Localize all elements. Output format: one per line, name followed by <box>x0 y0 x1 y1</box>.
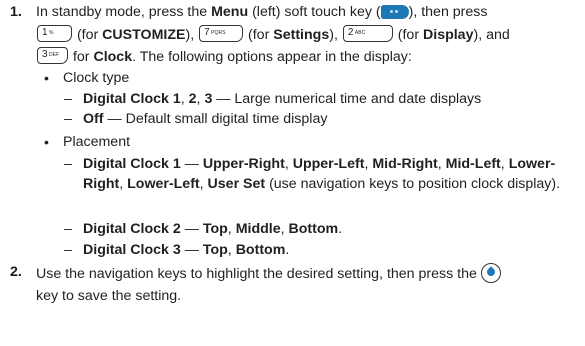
text: (left) soft touch key ( <box>248 4 381 20</box>
step-number: 2. <box>10 264 22 280</box>
text: for <box>69 49 94 65</box>
text: ), <box>185 26 199 43</box>
manual-page: 1. In standby mode, press the Menu (left… <box>0 0 585 346</box>
bullet-icon: • <box>44 70 49 86</box>
text: (for <box>73 26 103 43</box>
clock-type-option-off: – Off — Default small digital time displ… <box>64 110 327 130</box>
placement-option-clock-2: – Digital Clock 2 — Top, Middle, Bottom. <box>64 220 342 240</box>
step-1-line-3: 3 DEF for Clock. The following options ap… <box>36 47 580 68</box>
dash-icon: – <box>64 156 72 172</box>
placement-option-clock-1: – Digital Clock 1 — Upper-Right, Upper-L… <box>64 156 561 192</box>
display-label: Display <box>423 26 474 43</box>
step-number: 1. <box>10 4 22 20</box>
dash-icon: – <box>64 111 72 127</box>
key-2-icon: 2 ABC <box>342 24 393 42</box>
text: ), <box>329 26 342 43</box>
dash-icon: – <box>64 242 72 258</box>
step-2: 2. Use the navigation keys to highlight … <box>10 263 580 306</box>
text: (for <box>393 26 423 43</box>
step-1-line-1: In standby mode, press the Menu (left) s… <box>36 3 580 23</box>
bullet-placement: • Placement <box>44 133 130 153</box>
text: ), then press <box>408 4 488 20</box>
dash-icon: – <box>64 91 72 107</box>
clock-label: Clock <box>93 49 133 65</box>
bullet-icon: • <box>44 134 49 150</box>
text: Use the navigation keys to highlight the… <box>36 266 481 282</box>
text: In standby mode, press the <box>36 4 212 20</box>
customize-label: CUSTOMIZE <box>102 26 186 43</box>
step-1-text: In standby mode, press the Menu (left) s… <box>36 3 580 68</box>
placement-option-clock-3: – Digital Clock 3 — Top, Bottom. <box>64 241 289 261</box>
menu-label: Menu <box>211 4 249 20</box>
step-1-line-2: 1% (for CUSTOMIZE), 7 PQRS (for Settings)… <box>36 24 580 46</box>
key-1-icon: 1% <box>37 24 72 42</box>
clock-type-option-digital: – Digital Clock 1, 2, 3 — Large numerica… <box>64 90 481 110</box>
key-3-icon: 3 DEF <box>37 47 68 64</box>
settings-label: Settings <box>273 26 330 43</box>
bullet-label: Placement <box>63 134 131 150</box>
dash-icon: – <box>64 221 72 237</box>
text: (for <box>244 26 274 43</box>
ok-key-icon <box>480 263 501 283</box>
text: ), and <box>473 26 510 43</box>
menu-soft-key-icon <box>380 5 409 19</box>
text: key to save the setting. <box>36 287 182 304</box>
step-1: 1. In standby mode, press the Menu (left… <box>10 3 580 68</box>
step-2-text: Use the navigation keys to highlight the… <box>36 263 580 306</box>
key-7-icon: 7 PQRS <box>199 24 244 42</box>
bullet-label: Clock type <box>63 70 130 86</box>
text: . The following options appear in the di… <box>132 49 412 65</box>
bullet-clock-type: • Clock type <box>44 69 129 89</box>
